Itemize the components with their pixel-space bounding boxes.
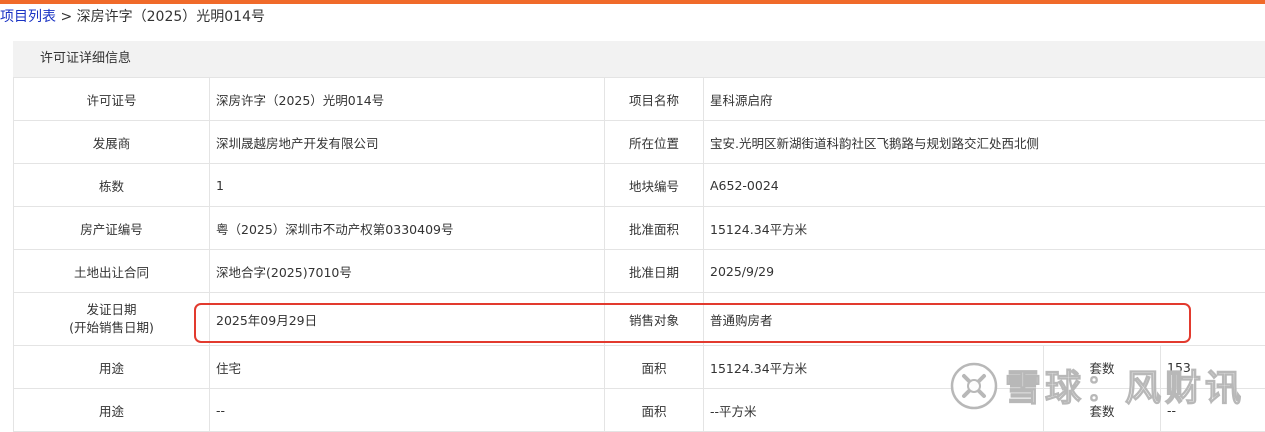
breadcrumb-separator: >: [56, 9, 77, 25]
label-issue-date-line2: (开始销售日期): [14, 319, 209, 337]
value-permit-number: 深房许字（2025）光明014号: [210, 78, 605, 121]
label-location: 所在位置: [605, 121, 704, 164]
panel-title: 许可证详细信息: [40, 41, 131, 77]
value-property-cert: 粤（2025）深圳市不动产权第0330409号: [210, 207, 605, 250]
label-developer: 发展商: [14, 121, 210, 164]
value-land-contract: 深地合字(2025)7010号: [210, 250, 605, 293]
value-sales-target: 普通购房者: [704, 293, 1265, 346]
value-area: 15124.34平方米: [704, 346, 1044, 389]
label-permit-number: 许可证号: [14, 78, 210, 121]
value-developer: 深圳晟越房地产开发有限公司: [210, 121, 605, 164]
top-accent-bar: [0, 0, 1265, 4]
label-approved-area: 批准面积: [605, 207, 704, 250]
label-area: 面积: [605, 346, 704, 389]
breadcrumb-current: 深房许字（2025）光明014号: [77, 9, 265, 25]
value-issue-date: 2025年09月29日: [210, 293, 605, 346]
value-plot-number: A652-0024: [704, 164, 1265, 207]
breadcrumb-project-list-link[interactable]: 项目列表: [0, 9, 56, 25]
label-project-name: 项目名称: [605, 78, 704, 121]
label-issue-date-line1: 发证日期: [14, 301, 209, 319]
label-area: 面积: [605, 389, 704, 432]
permit-detail-panel: 许可证详细信息 许可证号 深房许字（2025）光明014号 项目名称 星科源启府…: [13, 41, 1265, 425]
label-unit-count: 套数: [1044, 389, 1161, 432]
value-unit-count: 153: [1161, 346, 1265, 389]
label-approval-date: 批准日期: [605, 250, 704, 293]
value-area: --平方米: [704, 389, 1044, 432]
table-row: 发展商 深圳晟越房地产开发有限公司 所在位置 宝安.光明区新湖街道科韵社区飞鹅路…: [14, 121, 1265, 164]
label-plot-number: 地块编号: [605, 164, 704, 207]
usage-row: 用途 住宅 面积 15124.34平方米 套数 153: [14, 346, 1265, 389]
value-usage: 住宅: [210, 346, 605, 389]
value-approved-area: 15124.34平方米: [704, 207, 1265, 250]
table-row: 土地出让合同 深地合字(2025)7010号 批准日期 2025/9/29: [14, 250, 1265, 293]
value-approval-date: 2025/9/29: [704, 250, 1265, 293]
label-usage: 用途: [14, 346, 210, 389]
value-usage: --: [210, 389, 605, 432]
label-issue-date: 发证日期 (开始销售日期): [14, 293, 210, 346]
value-location: 宝安.光明区新湖街道科韵社区飞鹅路与规划路交汇处西北侧: [704, 121, 1265, 164]
table-row: 房产证编号 粤（2025）深圳市不动产权第0330409号 批准面积 15124…: [14, 207, 1265, 250]
label-unit-count: 套数: [1044, 346, 1161, 389]
usage-row: 用途 -- 面积 --平方米 套数 --: [14, 389, 1265, 432]
table-row: 发证日期 (开始销售日期) 2025年09月29日 销售对象 普通购房者: [14, 293, 1265, 346]
breadcrumb: 项目列表 > 深房许字（2025）光明014号: [0, 7, 265, 27]
label-building-count: 栋数: [14, 164, 210, 207]
table-row: 栋数 1 地块编号 A652-0024: [14, 164, 1265, 207]
permit-detail-table: 许可证号 深房许字（2025）光明014号 项目名称 星科源启府 发展商 深圳晟…: [13, 77, 1265, 432]
label-sales-target: 销售对象: [605, 293, 704, 346]
value-building-count: 1: [210, 164, 605, 207]
value-unit-count: --: [1161, 389, 1265, 432]
value-project-name: 星科源启府: [704, 78, 1265, 121]
label-usage: 用途: [14, 389, 210, 432]
table-row: 许可证号 深房许字（2025）光明014号 项目名称 星科源启府: [14, 78, 1265, 121]
label-property-cert: 房产证编号: [14, 207, 210, 250]
label-land-contract: 土地出让合同: [14, 250, 210, 293]
